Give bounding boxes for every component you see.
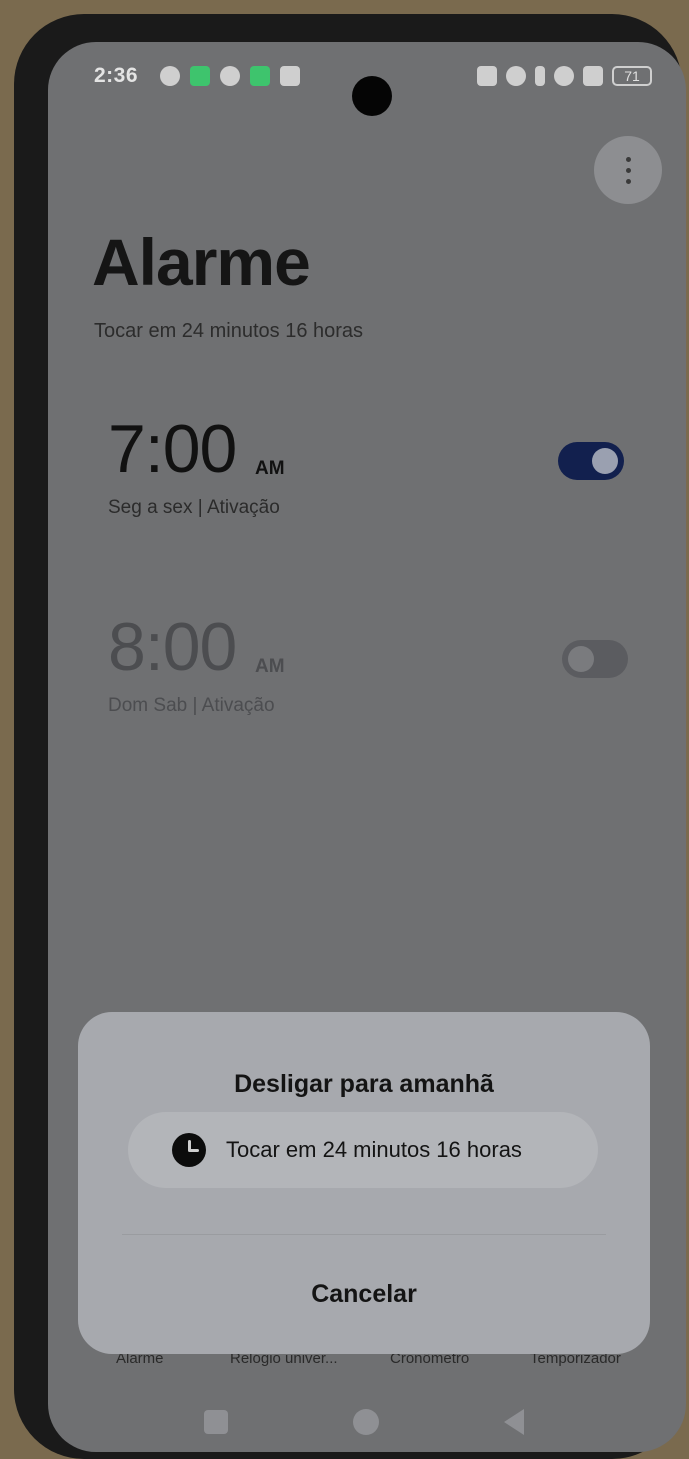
front-camera [352,76,392,116]
recents-icon [204,1410,228,1434]
back-button[interactable] [494,1402,534,1442]
dismiss-dialog: Desligar para amanhã Tocar em 24 minutos… [78,1012,650,1354]
back-icon [504,1409,524,1435]
sim-icon [190,66,210,86]
alarm-toggle[interactable] [558,442,624,480]
divider [122,1234,606,1235]
screen: 2:36 71 Alarme Tocar em 24 minutos 16 ho… [48,42,686,1452]
alarm-card[interactable]: 7:00 AM Seg a sex | Ativação [92,402,642,538]
download-icon [250,66,270,86]
status-icons-right: 71 [477,66,652,86]
alarm-time: 8:00 [108,609,237,685]
recents-button[interactable] [196,1402,236,1442]
dialog-option[interactable]: Tocar em 24 minutos 16 horas [128,1112,598,1188]
wifi-icon [554,66,574,86]
alarm-ampm: AM [255,458,285,479]
alarm-card[interactable]: 8:00 AM Dom Sab | Ativação [92,600,642,736]
status-icons-left [160,66,300,86]
bug-icon [220,66,240,86]
clock-icon [172,1133,206,1167]
dialog-title: Desligar para amanhã [234,1070,494,1098]
more-options-button[interactable] [594,136,662,204]
status-time: 2:36 [94,64,139,87]
next-alarm-text: Tocar em 24 minutos 16 horas [94,320,364,342]
alarm-clock-icon [506,66,526,86]
home-button[interactable] [346,1402,386,1442]
dialog-option-text: Tocar em 24 minutos 16 horas [226,1137,522,1162]
battery-icon: 71 [612,66,652,86]
alarm-ampm: AM [255,656,285,677]
status-bar: 2:36 71 [48,60,686,116]
home-icon [353,1409,379,1435]
more-vertical-icon [625,156,631,184]
close-box-icon [583,66,603,86]
alarm-days: Dom Sab | Ativação [108,695,275,716]
alarm-time: 7:00 [108,411,237,487]
alarm-days: Seg a sex | Ativação [108,497,280,518]
system-nav-bar [48,1392,686,1452]
steering-icon [160,66,180,86]
nfc-icon [477,66,497,86]
alarm-toggle[interactable] [562,640,628,678]
cancel-button[interactable]: Cancelar [78,1280,650,1309]
bluetooth-icon [535,66,545,86]
page-title: Alarme [92,225,311,299]
app-icon [280,66,300,86]
phone-frame: 2:36 71 Alarme Tocar em 24 minutos 16 ho… [14,14,686,1459]
